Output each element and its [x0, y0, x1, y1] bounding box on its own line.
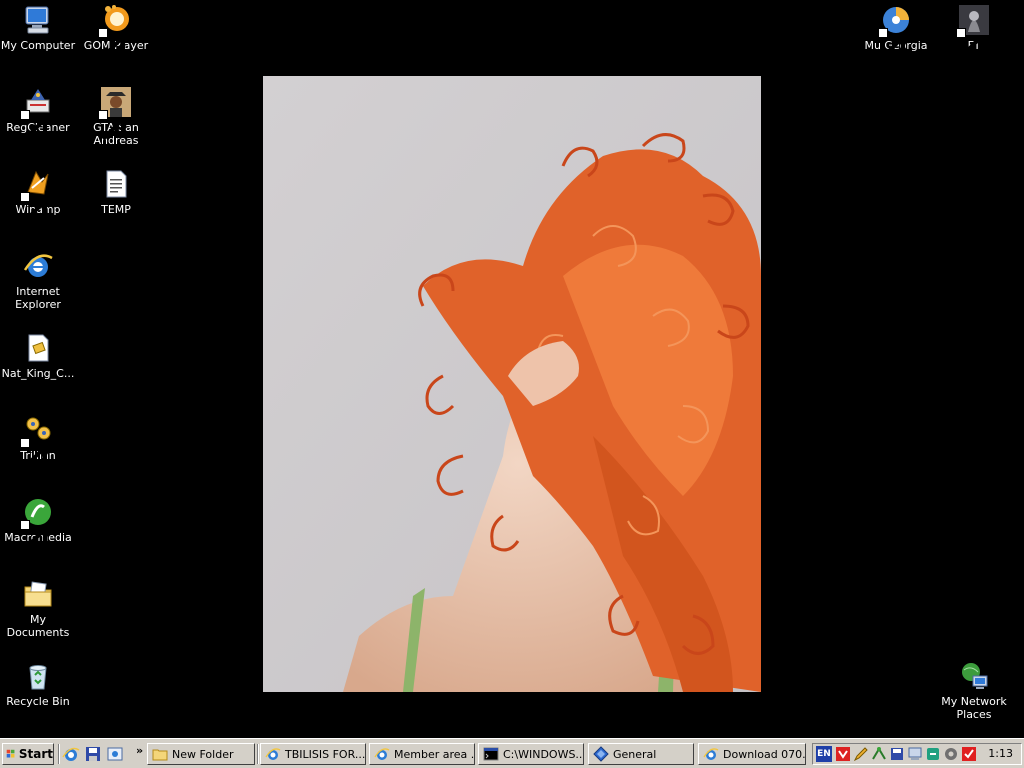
folder-icon: [152, 749, 168, 761]
wallpaper-photo: [263, 76, 761, 692]
desktop-icon-regcleaner[interactable]: RegCleaner: [0, 84, 76, 141]
volume-tray-icon[interactable]: [943, 746, 959, 762]
mu-georgia-icon: [878, 4, 912, 59]
antivirus-tray-icon[interactable]: [835, 746, 851, 762]
gta-icon: [98, 86, 132, 141]
file-icon: [22, 332, 54, 364]
desktop-icon-nat-king[interactable]: Nat_King_C...: [0, 330, 76, 380]
desktop-icon-label: Internet Explorer: [15, 285, 61, 311]
shortcut-arrow-icon: [20, 192, 47, 223]
taskbar-button-download[interactable]: Download 070...: [698, 743, 806, 765]
ft-icon: [956, 4, 990, 59]
shortcut-arrow-icon: [98, 28, 125, 59]
desktop: My Computer RegCleaner Winamp Internet E…: [0, 0, 1024, 736]
network-icon: [958, 660, 990, 692]
trillian-icon: [20, 414, 54, 469]
quicklaunch-chevron-icon[interactable]: »: [136, 744, 143, 757]
desktop-icon-mu-georgia[interactable]: Mu Georgia: [858, 2, 934, 59]
desktop-icon-winamp[interactable]: Winamp: [0, 166, 76, 223]
desktop-icon-ft[interactable]: FT: [936, 2, 1012, 59]
desktop-icon-my-documents[interactable]: My Documents: [0, 576, 76, 639]
shortcut-arrow-icon: [20, 110, 47, 141]
disk-tray-icon[interactable]: [889, 746, 905, 762]
start-button[interactable]: Start: [2, 743, 54, 765]
taskbar-button-general[interactable]: General: [588, 743, 694, 765]
save-quicklaunch-icon[interactable]: [84, 745, 102, 763]
shortcut-arrow-icon: [956, 28, 983, 59]
start-label: Start: [18, 747, 53, 761]
network-tray-icon[interactable]: [871, 746, 887, 762]
taskbar-button-label: Member area ...: [394, 747, 475, 761]
taskbar-button-label: Download 070...: [723, 747, 806, 761]
desktop-icon-label: My Documents: [6, 613, 70, 639]
clock[interactable]: 1:13: [988, 747, 1013, 760]
winamp-icon: [20, 168, 54, 223]
ie-icon: [703, 748, 719, 760]
taskbar-button-cmd[interactable]: C:\WINDOWS...: [478, 743, 584, 765]
desktop-icon-label: My Computer: [0, 39, 76, 52]
taskbar-button-new-folder[interactable]: New Folder: [147, 743, 255, 765]
taskbar-separator: [257, 744, 259, 764]
computer-tray-icon[interactable]: [907, 746, 923, 762]
update-tray-icon[interactable]: [961, 746, 977, 762]
desktop-icon-gom-player[interactable]: GOM Player: [78, 2, 154, 59]
gom-player-icon: [98, 4, 132, 59]
regcleaner-icon: [20, 86, 54, 141]
desktop-icon-label: Recycle Bin: [6, 695, 70, 708]
shortcut-arrow-icon: [20, 438, 47, 469]
desktop-icon-temp[interactable]: TEMP: [78, 166, 154, 216]
ie-icon: [374, 748, 390, 760]
ie-quicklaunch-icon[interactable]: [62, 745, 80, 763]
taskbar-button-tbilisis[interactable]: TBILISIS FOR...: [260, 743, 366, 765]
taskbar-button-label: C:\WINDOWS...: [503, 747, 584, 761]
recycle-bin-icon: [22, 660, 54, 692]
desktop-icon-macromedia[interactable]: Macromedia: [0, 494, 76, 551]
messenger-tray-icon[interactable]: [925, 746, 941, 762]
desktop-icon-label: TEMP: [101, 203, 131, 216]
desktop-icon-gta-san-andreas[interactable]: GTA San Andreas: [78, 84, 154, 147]
desktop-icon-trillian[interactable]: Trillian: [0, 412, 76, 469]
desktop-icon-label: Nat_King_C...: [1, 367, 75, 380]
system-tray: EN 1:13: [812, 743, 1022, 765]
wallpaper-illustration: [263, 76, 761, 692]
folder-documents-icon: [22, 578, 54, 610]
taskbar-button-member-area[interactable]: Member area ...: [369, 743, 475, 765]
pencil-tray-icon[interactable]: [853, 746, 869, 762]
desktop-icon-label: My Network Places: [941, 695, 1007, 721]
shortcut-arrow-icon: [878, 28, 905, 59]
text-file-icon: [100, 168, 132, 200]
macromedia-icon: [20, 496, 54, 551]
shortcut-arrow-icon: [20, 520, 47, 551]
taskbar-button-label: New Folder: [172, 747, 234, 761]
computer-icon: [22, 4, 54, 36]
ie-icon: [265, 748, 281, 760]
desktop-icon-my-network-places[interactable]: My Network Places: [936, 658, 1012, 721]
language-indicator[interactable]: EN: [816, 746, 832, 762]
desktop-icon-internet-explorer[interactable]: Internet Explorer: [0, 248, 76, 311]
show-desktop-quicklaunch-icon[interactable]: [106, 745, 124, 763]
shortcut-arrow-icon: [98, 110, 125, 141]
desktop-icon-recycle-bin[interactable]: Recycle Bin: [0, 658, 76, 708]
windows-logo-icon: [6, 749, 15, 758]
cmd-icon: [483, 747, 499, 761]
desktop-icon-my-computer[interactable]: My Computer: [0, 2, 76, 52]
internet-explorer-icon: [22, 250, 54, 282]
diamond-icon: [593, 746, 609, 762]
taskbar-button-label: General: [613, 747, 657, 761]
taskbar-button-label: TBILISIS FOR...: [285, 747, 366, 761]
taskbar-separator: [58, 744, 60, 764]
taskbar: Start » New Folder TBILISIS FOR... Membe…: [0, 738, 1024, 768]
